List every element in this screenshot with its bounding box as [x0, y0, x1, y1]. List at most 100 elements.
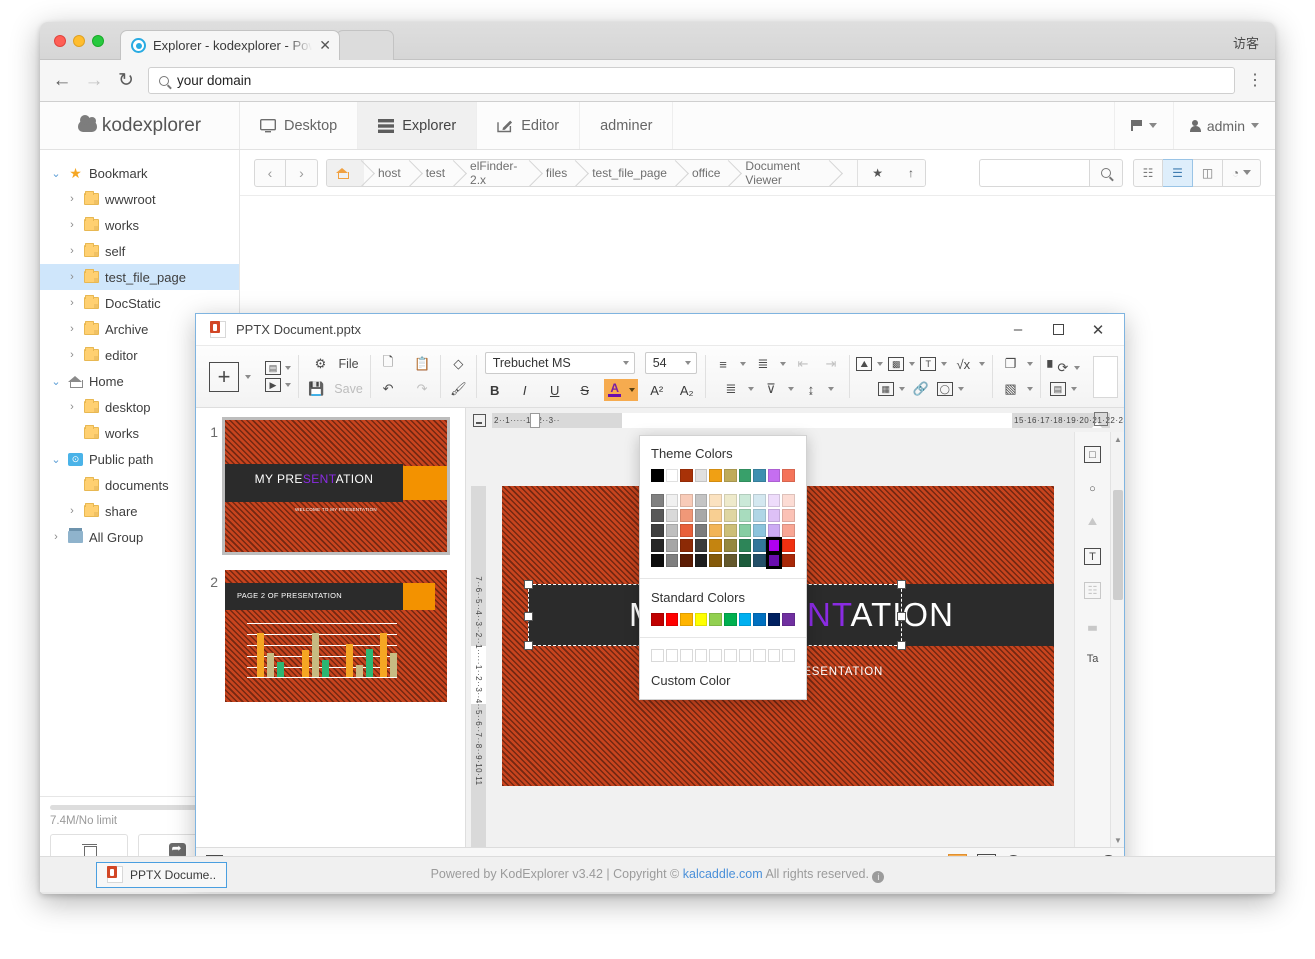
grid-view-icon[interactable]: ☷	[1133, 159, 1163, 187]
color-swatch[interactable]	[739, 469, 752, 482]
font-size-select[interactable]: 54	[645, 352, 697, 374]
text-settings-icon[interactable]: T	[1084, 548, 1101, 565]
chevron-right-icon[interactable]: ›	[66, 245, 78, 257]
ruler-corner[interactable]	[466, 408, 492, 432]
vertical-ruler[interactable]: 7··6··5··4··3··2··1·····1··2··3··4··5··6…	[471, 486, 486, 847]
color-swatch[interactable]	[768, 554, 781, 567]
color-swatch[interactable]	[680, 509, 693, 522]
color-swatch[interactable]	[768, 469, 781, 482]
color-swatch[interactable]	[768, 524, 781, 537]
slide-thumbnail-item[interactable]: 1 MY PRESENTATION WELCOME TO MY PRESENTA…	[196, 420, 465, 570]
app-logo[interactable]: kodexplorer	[40, 102, 240, 149]
color-swatch[interactable]	[695, 469, 708, 482]
resize-handle-nw[interactable]	[524, 580, 533, 589]
bold-button[interactable]: B	[484, 379, 506, 401]
maximize-button[interactable]	[1038, 314, 1078, 346]
chevron-right-icon[interactable]: ›	[66, 271, 78, 283]
chevron-down-icon[interactable]	[958, 387, 964, 391]
bookmark-button[interactable]: ★	[857, 160, 894, 186]
color-swatch[interactable]	[709, 509, 722, 522]
color-swatch[interactable]	[680, 524, 693, 537]
color-swatch[interactable]	[680, 494, 693, 507]
strikethrough-button[interactable]: S	[574, 379, 596, 401]
color-swatch[interactable]	[782, 554, 795, 567]
chevron-right-icon[interactable]: ›	[66, 349, 78, 361]
recent-color-slot[interactable]	[768, 649, 781, 662]
chevron-down-icon[interactable]	[780, 362, 786, 366]
chevron-right-icon[interactable]: ›	[66, 323, 78, 335]
taskbar-item-pptx[interactable]: PPTX Docume..	[96, 862, 227, 888]
go-up-button[interactable]: ↑	[894, 160, 925, 186]
list-view-icon[interactable]: ☰	[1163, 159, 1193, 187]
nav-forward-button[interactable]: ›	[286, 159, 318, 187]
align-icon[interactable]: ≣	[720, 378, 742, 400]
bring-forward-icon[interactable]: ❐	[1000, 353, 1022, 375]
undo-icon[interactable]: ↶	[377, 378, 399, 400]
recent-color-slot[interactable]	[724, 649, 737, 662]
slide-thumbnail[interactable]: PAGE 2 OF PRESENTATION	[225, 570, 447, 702]
window-maximize-traffic-light[interactable]	[92, 35, 104, 47]
chevron-right-icon[interactable]: ›	[66, 219, 78, 231]
color-swatch[interactable]	[753, 469, 766, 482]
color-swatch[interactable]	[782, 539, 795, 552]
color-swatch[interactable]	[739, 539, 752, 552]
bullet-list-icon[interactable]: ≡	[712, 353, 734, 375]
color-swatch[interactable]	[680, 539, 693, 552]
nav-tab-desktop[interactable]: Desktop	[240, 102, 358, 149]
file-menu-button[interactable]: ⚙ File	[309, 353, 358, 375]
recent-color-slot[interactable]	[695, 649, 708, 662]
color-swatch[interactable]	[724, 494, 737, 507]
color-swatch[interactable]	[709, 539, 722, 552]
color-swatch[interactable]	[709, 469, 722, 482]
color-swatch[interactable]	[651, 539, 664, 552]
insert-chart-icon[interactable]: ▩	[888, 357, 904, 371]
pptx-titlebar[interactable]: PPTX Document.pptx – ✕	[196, 314, 1124, 346]
color-swatch[interactable]	[709, 494, 722, 507]
breadcrumb-item-document-viewer[interactable]: Document Viewer	[731, 160, 832, 186]
breadcrumb-item-elfinder-2-x[interactable]: elFinder-2.x	[456, 160, 532, 186]
user-menu[interactable]: admin	[1173, 102, 1275, 149]
canvas-vertical-scrollbar[interactable]: ▲ ▼	[1110, 432, 1124, 847]
color-swatch[interactable]	[695, 539, 708, 552]
color-swatch[interactable]	[695, 613, 708, 626]
color-swatch[interactable]	[768, 494, 781, 507]
chevron-right-icon[interactable]: ›	[66, 193, 78, 205]
align-objects-icon[interactable]: ▧	[1000, 378, 1022, 400]
nav-tab-explorer[interactable]: Explorer	[358, 102, 477, 149]
color-swatch[interactable]	[739, 494, 752, 507]
color-swatch[interactable]	[666, 539, 679, 552]
sidebar-item-wwwroot[interactable]: ›wwwroot	[40, 186, 239, 212]
start-slideshow-icon[interactable]: ▶	[265, 378, 281, 392]
nav-tab-adminer[interactable]: adminer	[580, 102, 673, 149]
color-swatch[interactable]	[666, 494, 679, 507]
color-swatch[interactable]	[753, 613, 766, 626]
color-swatch[interactable]	[695, 554, 708, 567]
color-swatch[interactable]	[651, 494, 664, 507]
color-swatch[interactable]	[709, 524, 722, 537]
chevron-down-icon[interactable]	[740, 362, 746, 366]
window-close-traffic-light[interactable]	[54, 35, 66, 47]
color-swatch[interactable]	[782, 469, 795, 482]
color-swatch[interactable]	[680, 613, 693, 626]
info-icon[interactable]: i	[872, 871, 884, 883]
font-color-button[interactable]: A	[604, 379, 626, 401]
color-swatch[interactable]	[739, 554, 752, 567]
chevron-right-icon[interactable]: ›	[66, 401, 78, 413]
kalcaddle-link[interactable]: kalcaddle.com	[683, 867, 763, 881]
close-button[interactable]: ✕	[1078, 314, 1118, 346]
color-swatch[interactable]	[753, 494, 766, 507]
sidebar-item-test-file-page[interactable]: ›test_file_page	[40, 264, 239, 290]
italic-button[interactable]: I	[514, 379, 536, 401]
breadcrumb-item-test-file-page[interactable]: test_file_page	[578, 160, 678, 186]
superscript-button[interactable]: A²	[646, 379, 668, 401]
color-swatch[interactable]	[753, 554, 766, 567]
chevron-down-icon[interactable]	[788, 387, 794, 391]
color-swatch[interactable]	[724, 469, 737, 482]
color-swatch[interactable]	[666, 613, 679, 626]
recent-color-slot[interactable]	[666, 649, 679, 662]
insert-shape-icon[interactable]: ◯	[937, 382, 953, 396]
color-swatch[interactable]	[724, 539, 737, 552]
chevron-down-icon[interactable]	[828, 387, 834, 391]
fit-slide-icon[interactable]	[1094, 412, 1108, 426]
insert-equation-icon[interactable]: √x	[952, 353, 974, 375]
